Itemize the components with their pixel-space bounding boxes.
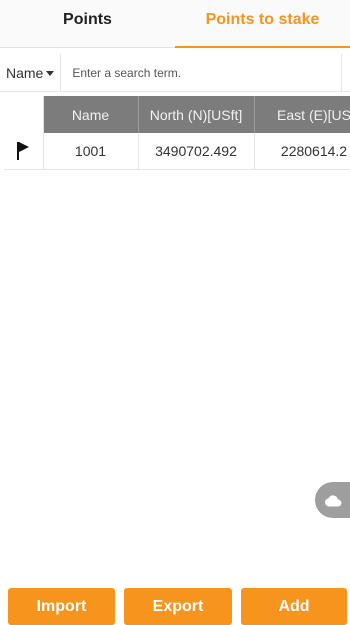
cloud-icon xyxy=(324,494,342,506)
bottom-action-bar: Import Export Add xyxy=(0,588,350,625)
search-field-dropdown[interactable]: Name xyxy=(0,54,62,91)
table-row[interactable]: 1001 3490702.492 2280614.2 xyxy=(4,133,350,170)
column-header-east[interactable]: East (E)[US xyxy=(254,96,350,133)
cell-north: 3490702.492 xyxy=(138,133,255,170)
caret-down-icon xyxy=(46,71,55,76)
tab-points[interactable]: Points xyxy=(0,0,175,47)
add-button[interactable]: Add xyxy=(241,588,347,625)
export-button[interactable]: Export xyxy=(124,588,232,625)
cell-east: 2280614.2 xyxy=(254,133,350,170)
search-bar: Name xyxy=(0,53,350,92)
row-marker-cell xyxy=(4,133,44,170)
column-header-name[interactable]: Name xyxy=(43,96,139,133)
import-button[interactable]: Import xyxy=(8,588,115,625)
search-field-label: Name xyxy=(6,64,44,81)
tab-bar: Points Points to stake xyxy=(0,0,350,48)
header-marker-cell xyxy=(4,96,44,133)
tab-points-to-stake[interactable]: Points to stake xyxy=(175,0,350,48)
column-header-north[interactable]: North (N)[USft] xyxy=(138,96,255,133)
points-table-container[interactable]: Name North (N)[USft] East (E)[US 1001 34… xyxy=(4,96,350,170)
flag-icon xyxy=(17,142,30,160)
cell-name: 1001 xyxy=(43,133,139,170)
table-header-row: Name North (N)[USft] East (E)[US xyxy=(4,96,350,133)
search-input[interactable] xyxy=(61,53,341,92)
points-table: Name North (N)[USft] East (E)[US 1001 34… xyxy=(4,96,350,170)
search-bar-divider xyxy=(341,54,350,91)
cloud-sync-button[interactable] xyxy=(315,482,350,518)
